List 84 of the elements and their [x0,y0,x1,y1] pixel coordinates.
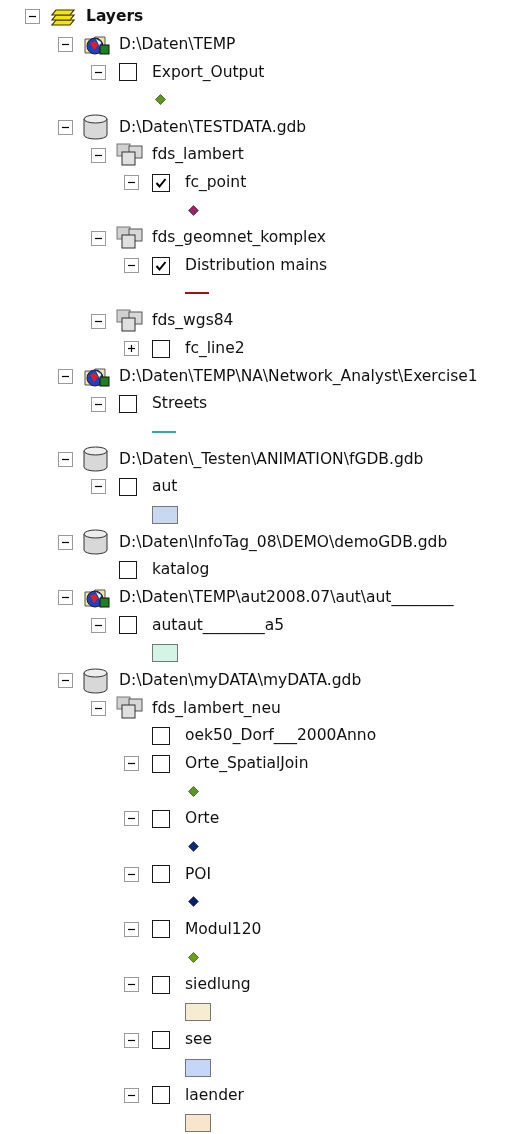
visibility-checkbox[interactable] [152,173,170,192]
collapse-toggle[interactable] [124,866,139,882]
collapse-toggle[interactable] [58,119,73,135]
collapse-toggle[interactable] [91,313,106,329]
collapse-toggle[interactable] [58,368,73,384]
data-frame-name[interactable]: Layers [86,5,144,29]
source-name[interactable]: fds_wgs84 [152,309,234,333]
collapse-toggle[interactable] [58,534,73,550]
check-icon [155,259,167,272]
layer-name[interactable]: Modul120 [185,917,262,942]
source-name[interactable]: D:\Daten\TEMP\aut2008.07\aut\aut________ [119,586,454,610]
visibility-checkbox[interactable] [119,478,137,496]
layer-name[interactable]: Orte_SpatialJoin [185,751,309,776]
visibility-checkbox[interactable] [152,339,170,358]
layer-name[interactable]: aut [152,475,178,499]
collapse-toggle[interactable] [58,673,73,689]
source-name[interactable]: D:\Daten\TEMP [119,32,236,57]
cylinder-icon [83,667,108,694]
layer-name[interactable]: Streets [152,392,208,416]
layer-name[interactable]: see [185,1028,213,1052]
layer-name[interactable]: fc_line2 [185,337,245,361]
layer-name[interactable]: Distribution mains [185,254,328,278]
source-name[interactable]: fds_lambert [152,143,244,167]
cylinder-icon [83,114,108,141]
cylinder-icon [83,446,108,473]
visibility-checkbox[interactable] [152,865,170,884]
plus-icon [127,344,136,354]
collapse-toggle[interactable] [124,756,139,772]
visibility-checkbox[interactable] [119,395,137,413]
collapse-toggle[interactable] [58,37,73,52]
layer-name[interactable]: fc_point [185,171,247,195]
layer-name[interactable]: katalog [152,558,210,582]
layer-name[interactable]: autaut________a5 [152,613,285,637]
source-name[interactable]: fds_lambert_neu [152,696,281,720]
layer-name[interactable]: Orte [185,807,220,831]
collapse-toggle[interactable] [124,977,139,993]
collapse-toggle[interactable] [91,700,106,716]
source-name[interactable]: fds_geomnet_komplex [152,226,326,250]
collapse-toggle[interactable] [91,230,106,246]
collapse-toggle[interactable] [124,1087,139,1103]
expand-toggle[interactable] [124,341,139,357]
stacked-squares-icon [116,143,144,168]
visibility-checkbox[interactable] [152,1086,170,1105]
source-name[interactable]: D:\Daten\InfoTag_08\DEMO\demoGDB.gdb [119,530,448,554]
source-name[interactable]: D:\Daten\_Testen\ANIMATION\fGDB.gdb [119,447,424,471]
source-name[interactable]: D:\Daten\TEMP\NA\Network_Analyst\Exercise1 [119,364,478,388]
visibility-checkbox[interactable] [119,63,137,82]
visibility-checkbox[interactable] [119,560,137,579]
layer-name[interactable]: oek50_Dorf___2000Anno [185,724,377,748]
collapse-toggle[interactable] [91,147,106,163]
collapse-toggle[interactable] [124,922,139,937]
visibility-checkbox[interactable] [152,726,170,745]
visibility-checkbox[interactable] [152,1031,170,1050]
collapse-toggle[interactable] [124,811,139,827]
cylinder-icon [83,529,108,556]
source-name[interactable]: D:\Daten\TESTDATA.gdb [119,115,307,140]
visibility-checkbox[interactable] [152,809,170,828]
visibility-checkbox[interactable] [152,754,170,773]
check-icon [155,176,167,189]
collapse-toggle[interactable] [124,175,139,191]
collapse-toggle[interactable] [91,64,106,80]
collapse-toggle[interactable] [25,9,40,25]
layer-name[interactable]: siedlung [185,973,251,997]
layer-name[interactable]: POI [185,862,212,886]
collapse-toggle[interactable] [91,479,106,495]
collapse-toggle[interactable] [124,1032,139,1048]
collapse-toggle[interactable] [58,451,73,467]
visibility-checkbox[interactable] [119,616,137,635]
source-name[interactable]: D:\Daten\myDATA\myDATA.gdb [119,668,362,693]
layer-name[interactable]: Export_Output [152,60,265,84]
folder-globe-icon [83,33,110,56]
folder-globe-icon [83,586,110,610]
collapse-toggle[interactable] [58,590,73,606]
collapse-toggle[interactable] [91,396,106,412]
stacked-squares-icon [116,696,144,721]
visibility-checkbox[interactable] [152,256,170,275]
collapse-toggle[interactable] [124,258,139,274]
stacked-squares-icon [116,226,144,251]
visibility-checkbox[interactable] [152,975,170,994]
layers-icon [50,7,76,26]
collapse-toggle[interactable] [91,617,106,633]
visibility-checkbox[interactable] [152,920,170,939]
stacked-squares-icon [116,309,144,334]
layer-name[interactable]: laender [185,1083,244,1108]
